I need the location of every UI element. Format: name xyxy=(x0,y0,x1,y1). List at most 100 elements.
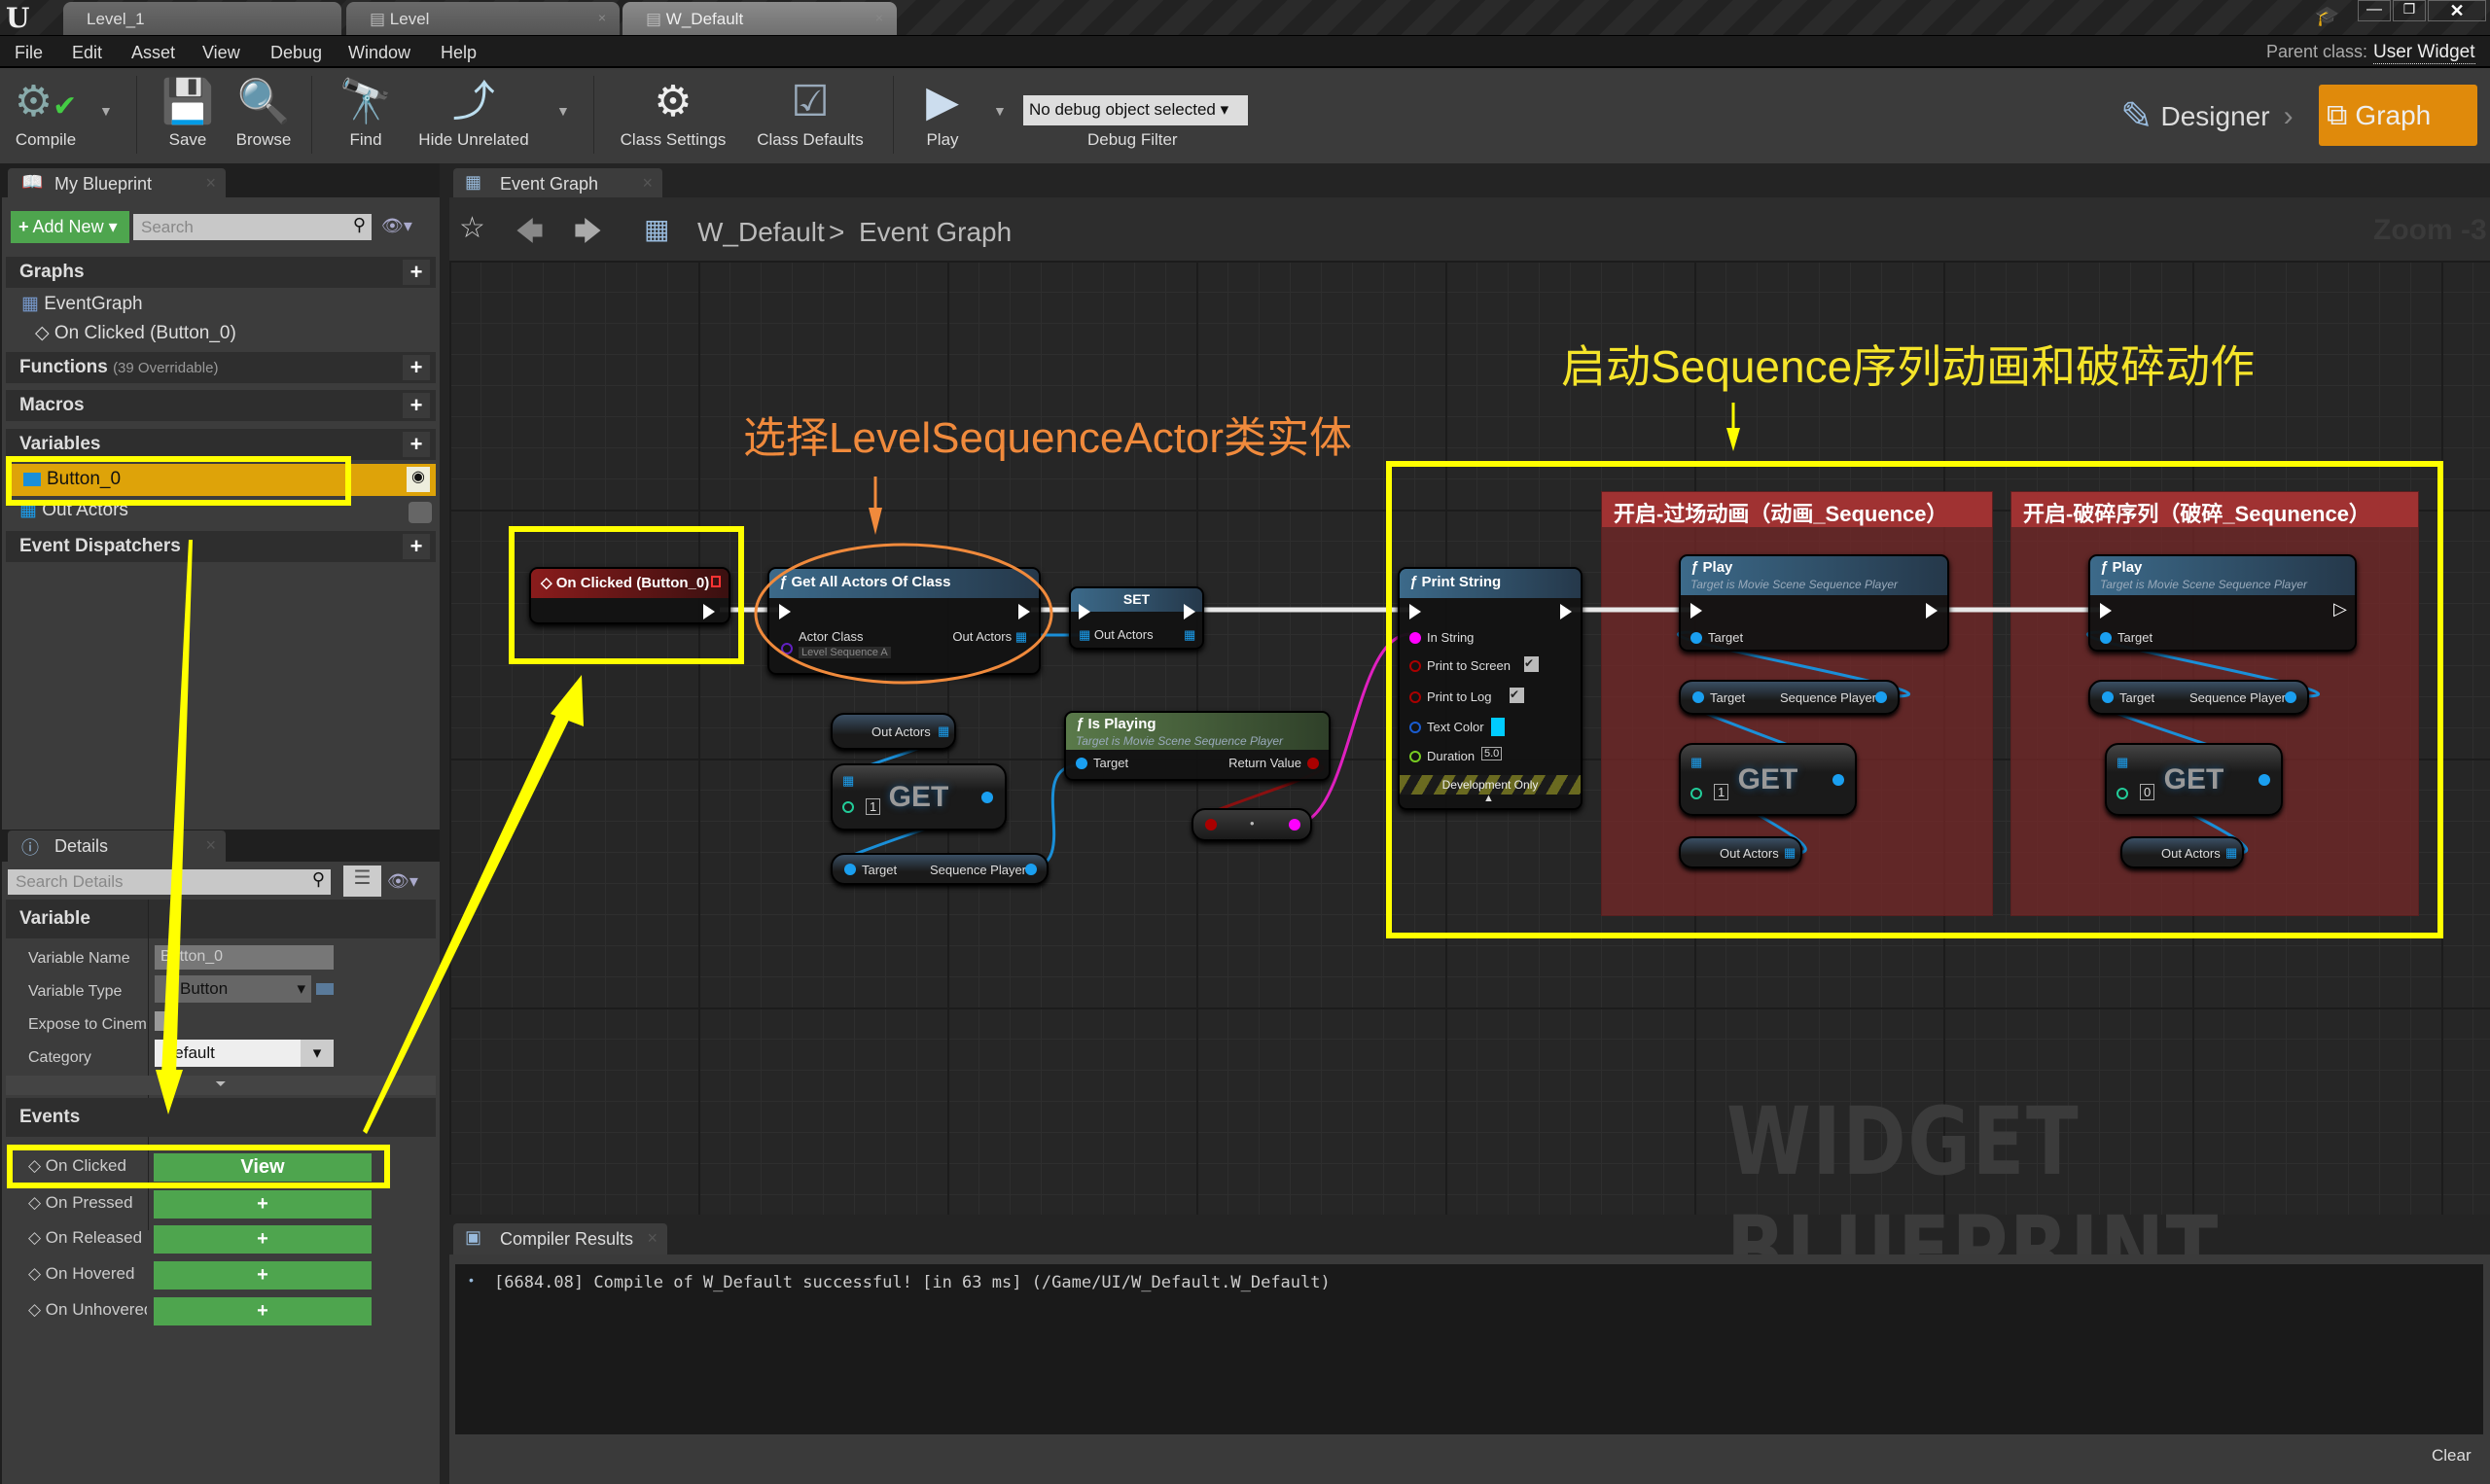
bool-pin-icon[interactable] xyxy=(1409,660,1421,672)
array-grid-icon[interactable]: ▦ xyxy=(1784,845,1796,861)
return-value-pin: Return Value xyxy=(1228,756,1301,770)
node-header: ƒ Play Target is Movie Scene Sequence Pla… xyxy=(1681,556,1947,595)
out-actors-pin[interactable]: ▦ Out Actors xyxy=(1079,627,1154,643)
bool-pin-icon[interactable] xyxy=(1205,819,1217,830)
node-is-playing[interactable]: ƒ Is Playing Target is Movie Scene Sequen… xyxy=(1064,711,1331,781)
index-input[interactable]: 1 xyxy=(1714,784,1729,800)
node-title: Get All Actors Of Class xyxy=(791,574,951,590)
exec-in-pin[interactable] xyxy=(1079,604,1090,619)
target-pin: Target xyxy=(862,863,898,877)
exec-out-pin[interactable] xyxy=(1184,604,1195,619)
array-grid-icon: ▦ xyxy=(1079,627,1094,642)
node-get-out-actors[interactable]: Out Actors ▦ xyxy=(831,713,956,750)
node-on-clicked[interactable]: ◇ On Clicked (Button_0) xyxy=(529,567,730,624)
node-title: SET xyxy=(1071,588,1202,612)
node-title: Print String xyxy=(1421,574,1502,590)
node-array-get[interactable]: GET ▦ 0 xyxy=(2105,743,2283,816)
text-color-pin: Text Color xyxy=(1427,720,1484,734)
node-get-out-actors[interactable]: Out Actors ▦ xyxy=(1679,836,1802,868)
string-pin-icon[interactable] xyxy=(1409,632,1421,644)
pin-label: Out Actors xyxy=(1093,627,1154,642)
node-header: ƒ Is Playing Target is Movie Scene Sequen… xyxy=(1066,713,1329,750)
exec-in-pin[interactable] xyxy=(1690,603,1702,618)
text-color-swatch[interactable] xyxy=(1491,718,1505,736)
target-pin-icon[interactable] xyxy=(1692,691,1704,703)
annotation-select-actor: 选择LevelSequenceActor类实体 xyxy=(743,414,1353,462)
node-title: Play xyxy=(2112,559,2143,576)
node-play-cutscene[interactable]: ƒ Play Target is Movie Scene Sequence Pla… xyxy=(1679,554,1949,652)
node-get-all-actors-of-class[interactable]: ƒ Get All Actors Of Class Actor Class Le… xyxy=(767,567,1041,675)
node-title: GET xyxy=(1737,762,1798,795)
int-pin-icon[interactable] xyxy=(1690,788,1702,799)
node-print-string[interactable]: ƒ Print String In String Print to Screen… xyxy=(1398,567,1583,810)
node-get-out-actors[interactable]: Out Actors ▦ xyxy=(2120,836,2244,868)
index-input[interactable]: 1 xyxy=(866,798,881,815)
string-pin-icon[interactable] xyxy=(1289,819,1300,830)
output-pin-icon[interactable] xyxy=(981,792,993,803)
array-grid-icon[interactable]: ▦ xyxy=(2116,755,2128,770)
array-grid-icon[interactable]: ▦ xyxy=(938,724,949,739)
node-array-get[interactable]: GET ▦ 1 xyxy=(831,763,1007,830)
exec-in-pin[interactable] xyxy=(779,604,791,619)
output-pin-icon[interactable] xyxy=(2285,691,2296,703)
class-pin-icon[interactable] xyxy=(781,643,793,654)
compiler-results-tab[interactable]: ▣ Compiler Results × xyxy=(453,1223,667,1254)
expand-arrow-icon[interactable]: ▲ xyxy=(1483,793,1494,804)
bool-pin-icon[interactable] xyxy=(1307,758,1319,769)
target-pin: Target xyxy=(1710,690,1746,705)
node-get-sequence-player[interactable]: Target Sequence Player xyxy=(1679,680,1900,715)
target-pin-icon[interactable] xyxy=(2102,691,2114,703)
output-pin-icon[interactable] xyxy=(1025,864,1037,875)
node-array-get[interactable]: GET ▦ 1 xyxy=(1679,743,1857,816)
actor-class-select[interactable]: Level Sequence A xyxy=(799,647,891,658)
output-pin-icon[interactable] xyxy=(2259,774,2270,786)
target-pin-icon[interactable] xyxy=(1690,632,1702,644)
clear-button[interactable]: Clear xyxy=(2432,1446,2472,1466)
array-grid-icon[interactable]: ▦ xyxy=(2225,845,2237,861)
int-pin-icon[interactable] xyxy=(2116,788,2128,799)
exec-in-pin[interactable] xyxy=(1409,604,1421,619)
bool-pin-icon[interactable] xyxy=(1409,691,1421,703)
exec-in-pin[interactable] xyxy=(2100,603,2112,618)
duration-input[interactable]: 5.0 xyxy=(1481,747,1503,760)
development-only-banner: Development Only xyxy=(1400,775,1581,795)
sequence-player-pin: Sequence Player xyxy=(1780,690,1877,705)
target-pin-icon[interactable] xyxy=(2100,632,2112,644)
node-get-sequence-player[interactable]: Target Sequence Player xyxy=(2088,680,2309,715)
delegate-pin-icon xyxy=(711,576,721,587)
exec-out-pin[interactable] xyxy=(703,604,715,619)
node-title: Out Actors xyxy=(872,724,931,739)
target-pin: Target xyxy=(1708,630,1744,645)
exec-out-pin[interactable] xyxy=(1018,604,1030,619)
exec-out-pin[interactable] xyxy=(1926,603,1938,618)
array-grid-icon[interactable]: ▦ xyxy=(1690,755,1702,770)
sequence-player-pin: Sequence Player xyxy=(930,863,1027,877)
target-pin: Target xyxy=(1093,756,1129,770)
target-pin-icon[interactable] xyxy=(844,864,856,875)
index-input[interactable]: 0 xyxy=(2140,784,2155,800)
output-pin-icon[interactable] xyxy=(1832,774,1844,786)
node-get-sequence-player[interactable]: Target Sequence Player xyxy=(831,853,1049,885)
target-pin-icon[interactable] xyxy=(1076,758,1087,769)
array-grid-icon[interactable]: ▦ xyxy=(1184,627,1195,643)
node-header: ƒ Print String xyxy=(1400,569,1581,598)
float-pin-icon[interactable] xyxy=(1409,751,1421,762)
node-bool-to-string[interactable]: • xyxy=(1192,808,1312,841)
function-icon: ƒ xyxy=(1409,574,1422,590)
array-grid-icon[interactable]: ▦ xyxy=(842,773,854,789)
function-icon: ƒ xyxy=(1690,559,1703,576)
compile-message: [6684.08] Compile of W_Default successfu… xyxy=(494,1273,1331,1292)
output-pin-icon[interactable] xyxy=(1875,691,1887,703)
print-to-screen-pin: Print to Screen xyxy=(1427,658,1511,673)
print-to-log-checkbox[interactable]: ✔ xyxy=(1510,688,1524,703)
node-header: ƒ Get All Actors Of Class xyxy=(769,569,1039,598)
node-set-out-actors[interactable]: SET ▦ Out Actors ▦ xyxy=(1069,586,1204,650)
node-play-shatter[interactable]: ƒ Play Target is Movie Scene Sequence Pla… xyxy=(2088,554,2357,652)
struct-pin-icon[interactable] xyxy=(1409,722,1421,733)
out-actors-pin[interactable]: Out Actors ▦ xyxy=(952,629,1027,645)
target-pin: Target xyxy=(2117,630,2153,645)
print-to-screen-checkbox[interactable]: ✔ xyxy=(1524,656,1539,672)
int-pin-icon[interactable] xyxy=(842,801,854,813)
close-icon[interactable]: × xyxy=(647,1228,658,1249)
exec-out-pin[interactable] xyxy=(1560,604,1572,619)
